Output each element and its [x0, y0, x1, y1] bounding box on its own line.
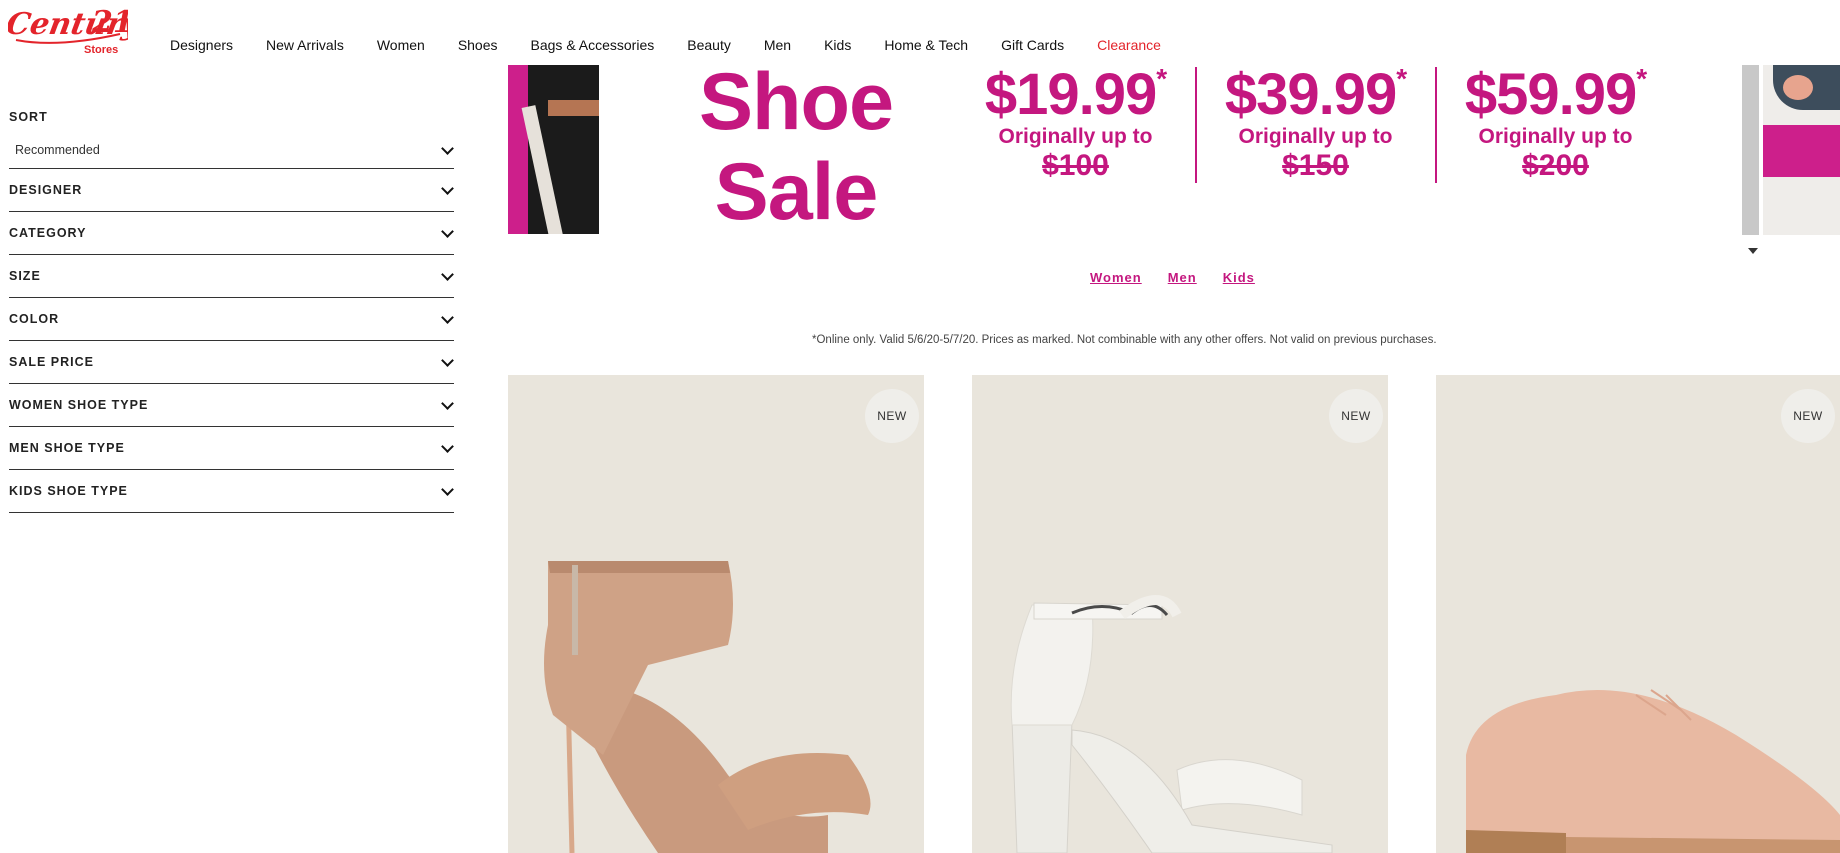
chevron-down-icon [441, 483, 454, 496]
category-links: Women Men Kids [1090, 270, 1255, 285]
deal-orig-label: Originally up to [1478, 125, 1633, 148]
new-badge: NEW [1781, 389, 1835, 443]
sort-select[interactable]: Recommended [9, 132, 454, 169]
new-badge: NEW [865, 389, 919, 443]
link-women[interactable]: Women [1090, 270, 1142, 285]
banner-title-line2: Sale [714, 147, 879, 237]
chevron-down-icon [441, 397, 454, 410]
sort-value: Recommended [15, 143, 100, 157]
deal-asterisk: * [1156, 63, 1167, 94]
product-card[interactable]: NEW [508, 375, 924, 853]
deal-price: $59.99 [1464, 62, 1637, 127]
chevron-down-icon [441, 142, 454, 155]
filter-sidebar: SORT Recommended DESIGNER CATEGORY SIZE … [9, 110, 454, 513]
filter-label: DESIGNER [9, 183, 83, 197]
banner-shoe-image-right [1763, 65, 1840, 235]
nav-kids[interactable]: Kids [824, 37, 851, 53]
deal-2: $39.99* Originally up to $150 [1208, 65, 1423, 183]
nav-designers[interactable]: Designers [170, 37, 233, 53]
scroll-down-arrow-icon[interactable] [1748, 248, 1758, 254]
product-image-mesh-oxford [1466, 689, 1840, 853]
nav-shoes[interactable]: Shoes [458, 37, 498, 53]
filter-label: CATEGORY [9, 226, 87, 240]
logo-stores-text: Stores [84, 44, 119, 56]
filter-sale-price[interactable]: SALE PRICE [9, 341, 454, 384]
banner-shoe-image-left [508, 65, 599, 234]
link-kids[interactable]: Kids [1223, 270, 1255, 285]
filter-label: KIDS SHOE TYPE [9, 484, 128, 498]
chevron-down-icon [441, 268, 454, 281]
chevron-down-icon [441, 311, 454, 324]
filter-men-shoe-type[interactable]: MEN SHOE TYPE [9, 427, 454, 470]
filter-designer[interactable]: DESIGNER [9, 169, 454, 212]
deal-orig-label: Originally up to [1238, 125, 1393, 148]
deal-asterisk: * [1396, 63, 1407, 94]
deal-1: $19.99* Originally up to $100 [968, 65, 1183, 183]
deal-was-price: $100 [1042, 149, 1109, 182]
nav-home-tech[interactable]: Home & Tech [884, 37, 968, 53]
deal-divider [1435, 67, 1437, 183]
filter-label: COLOR [9, 312, 60, 326]
shoe-sale-banner[interactable]: Shoe Sale $19.99* Originally up to $100 … [508, 57, 1840, 265]
filter-label: WOMEN SHOE TYPE [9, 398, 149, 412]
filter-size[interactable]: SIZE [9, 255, 454, 298]
deal-3: $59.99* Originally up to $200 [1448, 65, 1663, 183]
link-men[interactable]: Men [1168, 270, 1197, 285]
nav-clearance[interactable]: Clearance [1097, 37, 1161, 53]
main-nav: Designers New Arrivals Women Shoes Bags … [170, 37, 1194, 53]
nav-new-arrivals[interactable]: New Arrivals [266, 37, 344, 53]
nav-women[interactable]: Women [377, 37, 425, 53]
nav-gift-cards[interactable]: Gift Cards [1001, 37, 1064, 53]
deal-orig-label: Originally up to [998, 125, 1153, 148]
offer-disclaimer: *Online only. Valid 5/6/20-5/7/20. Price… [812, 334, 1437, 346]
banner-title: Shoe Sale [686, 57, 906, 237]
chevron-down-icon [441, 182, 454, 195]
sort-label: SORT [9, 110, 48, 124]
filter-color[interactable]: COLOR [9, 298, 454, 341]
banner-title-line1: Shoe [698, 57, 894, 147]
new-badge: NEW [1329, 389, 1383, 443]
nav-beauty[interactable]: Beauty [687, 37, 731, 53]
deal-asterisk: * [1636, 63, 1647, 94]
deal-divider [1195, 67, 1197, 183]
deal-price: $39.99 [1224, 62, 1397, 127]
nav-bags-accessories[interactable]: Bags & Accessories [531, 37, 655, 53]
century21-logo[interactable]: Century 21 Stores [8, 4, 128, 58]
product-card[interactable]: NEW [972, 375, 1388, 853]
product-image-ankle-cuff-sandal [544, 561, 871, 853]
filter-women-shoe-type[interactable]: WOMEN SHOE TYPE [9, 384, 454, 427]
banner-scrollbar[interactable] [1742, 65, 1759, 235]
chevron-down-icon [441, 440, 454, 453]
deal-was-price: $200 [1522, 149, 1589, 182]
filter-label: MEN SHOE TYPE [9, 441, 125, 455]
filter-label: SIZE [9, 269, 41, 283]
chevron-down-icon [441, 225, 454, 238]
product-image-block-heel-sandal [1010, 595, 1333, 853]
filter-kids-shoe-type[interactable]: KIDS SHOE TYPE [9, 470, 454, 513]
nav-men[interactable]: Men [764, 37, 791, 53]
filter-category[interactable]: CATEGORY [9, 212, 454, 255]
product-card[interactable]: NEW [1436, 375, 1840, 853]
deal-price: $19.99 [984, 62, 1157, 127]
filter-label: SALE PRICE [9, 355, 95, 369]
svg-text:21: 21 [91, 5, 128, 40]
deal-was-price: $150 [1282, 149, 1349, 182]
chevron-down-icon [441, 354, 454, 367]
